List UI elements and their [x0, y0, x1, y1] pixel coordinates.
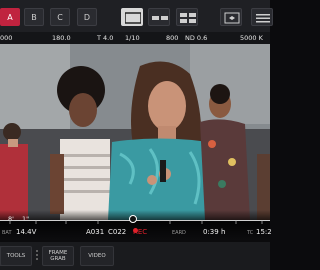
param-white-balance[interactable]: 5000 K — [240, 32, 263, 44]
param-fps[interactable]: 1/10 — [125, 32, 140, 44]
focus-slider-knob[interactable] — [129, 215, 137, 223]
card-label: EARD — [172, 230, 186, 236]
drag-handle-icon[interactable] — [36, 250, 39, 262]
param-iso[interactable]: 000 — [0, 32, 12, 44]
slot-a-button[interactable]: A — [0, 8, 20, 26]
timecode-label: TC — [247, 230, 254, 236]
slot-c-button[interactable]: C — [50, 8, 70, 26]
split-view-icon — [152, 16, 168, 20]
monitor-icon — [224, 12, 240, 24]
monitor-button[interactable] — [220, 8, 242, 26]
param-shutter[interactable]: 180.0 — [52, 32, 71, 44]
battery-label: BAT — [2, 230, 12, 236]
layout-single-button[interactable] — [121, 8, 143, 26]
menu-button[interactable] — [251, 8, 273, 26]
video-frame-image — [0, 44, 270, 220]
layout-split-button[interactable] — [148, 8, 170, 26]
tools-button[interactable]: TOOLS — [0, 246, 32, 266]
frame-grab-label-2: GRAB — [50, 256, 66, 262]
tools-button-label: TOOLS — [6, 253, 26, 259]
record-dot-icon — [133, 228, 138, 233]
layout-quad-button[interactable] — [176, 8, 198, 26]
remaining-time: 0:39 h — [203, 228, 226, 236]
menu-icon — [256, 14, 270, 23]
slot-b-button[interactable]: B — [24, 8, 44, 26]
battery-voltage: 14.4V — [16, 228, 37, 236]
quad-view-icon — [180, 13, 196, 23]
top-bar: A B C D — [0, 0, 273, 32]
camera-params-row: 000 180.0 T 4.0 1/10 800 ND 0.6 5000 K — [0, 32, 270, 44]
param-iris[interactable]: T 4.0 — [97, 32, 113, 44]
video-button[interactable]: VIDEO — [80, 246, 114, 266]
card-name: C022 — [108, 228, 127, 236]
video-button-label: VIDEO — [88, 253, 106, 259]
record-indicator[interactable]: REC — [133, 228, 147, 236]
clip-name: A031 — [86, 228, 105, 236]
param-nd[interactable]: ND 0.6 — [185, 32, 207, 44]
frame-grab-button[interactable]: FRAME GRAB — [42, 246, 74, 266]
slot-d-button[interactable]: D — [77, 8, 97, 26]
live-video-feed[interactable] — [0, 44, 270, 220]
timecode: 15:2 — [256, 228, 272, 236]
single-view-icon — [125, 12, 141, 24]
param-iso-800[interactable]: 800 — [166, 32, 178, 44]
bottom-toolbar: ns TOOLS FRAME GRAB VIDEO — [0, 242, 270, 270]
